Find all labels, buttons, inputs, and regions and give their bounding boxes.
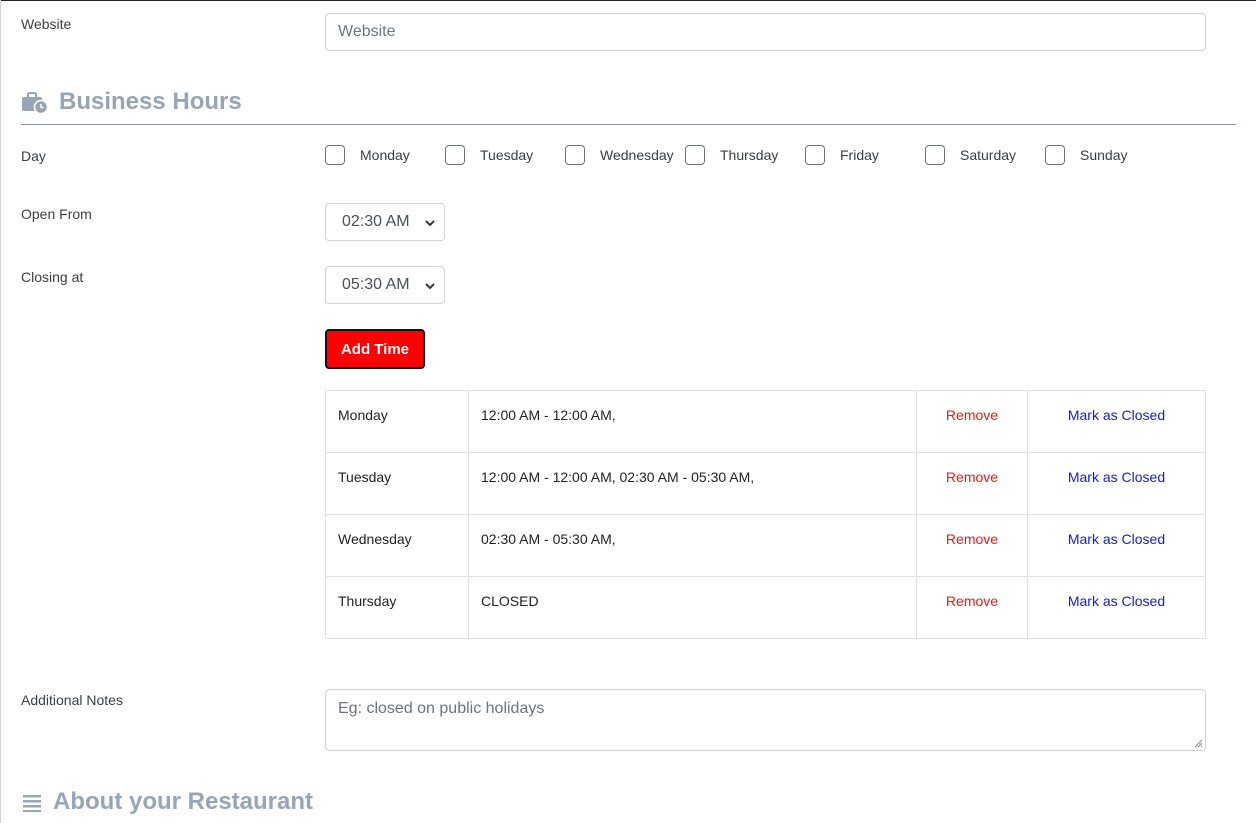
business-hours-heading: Business Hours [21,88,242,116]
row-times: 12:00 AM - 12:00 AM, [468,390,917,453]
remove-link[interactable]: Remove [916,452,1028,515]
row-times: CLOSED [468,576,917,639]
day-option-label: Monday [360,147,410,163]
open-from-select[interactable]: 02:30 AM [325,203,445,241]
notes-placeholder: Eg: closed on public holidays [338,700,545,717]
mark-as-closed-link[interactable]: Mark as Closed [1027,452,1206,515]
checkbox-wednesday[interactable] [565,145,585,165]
additional-notes-label: Additional Notes [21,692,123,708]
closing-at-label: Closing at [21,269,84,285]
day-option-label: Tuesday [480,147,534,163]
day-option-label: Wednesday [600,147,674,163]
section-divider [21,124,1236,125]
table-row: Thursday CLOSED Remove Mark as Closed [325,576,1206,639]
hours-table: Monday 12:00 AM - 12:00 AM, Remove Mark … [325,390,1206,639]
mark-as-closed-link[interactable]: Mark as Closed [1027,576,1206,639]
resize-grip-icon[interactable] [1193,738,1203,748]
remove-link[interactable]: Remove [916,514,1028,577]
website-input[interactable]: Website [325,13,1206,51]
checkbox-sunday[interactable] [1045,145,1065,165]
day-option-tuesday[interactable]: Tuesday [445,145,533,165]
top-border [0,0,1256,1]
day-option-saturday[interactable]: Saturday [925,145,1016,165]
business-hours-title: Business Hours [59,88,242,115]
day-option-friday[interactable]: Friday [805,145,879,165]
mark-as-closed-link[interactable]: Mark as Closed [1027,390,1206,453]
day-option-label: Saturday [960,147,1017,163]
day-option-wednesday[interactable]: Wednesday [565,145,674,165]
row-day: Tuesday [325,452,469,515]
day-option-sunday[interactable]: Sunday [1045,145,1127,165]
remove-link[interactable]: Remove [916,390,1028,453]
row-times: 02:30 AM - 05:30 AM, [468,514,917,577]
table-row: Tuesday 12:00 AM - 12:00 AM, 02:30 AM - … [325,452,1206,515]
about-restaurant-heading: About your Restaurant [21,788,313,816]
closing-at-value: 05:30 AM [342,276,410,293]
chevron-down-icon [425,283,435,290]
website-placeholder: Website [338,23,396,40]
day-option-thursday[interactable]: Thursday [685,145,778,165]
mark-as-closed-link[interactable]: Mark as Closed [1027,514,1206,577]
additional-notes-textarea[interactable]: Eg: closed on public holidays [325,689,1206,751]
checkbox-tuesday[interactable] [445,145,465,165]
add-time-button[interactable]: Add Time [325,329,425,369]
checkbox-friday[interactable] [805,145,825,165]
briefcase-clock-icon [22,92,49,114]
left-border [0,0,1,823]
day-label: Day [21,148,46,164]
website-label: Website [21,16,72,32]
checkbox-monday[interactable] [325,145,345,165]
row-day: Wednesday [325,514,469,577]
row-day: Thursday [325,576,469,639]
day-option-label: Thursday [720,147,779,163]
table-row: Wednesday 02:30 AM - 05:30 AM, Remove Ma… [325,514,1206,577]
remove-link[interactable]: Remove [916,576,1028,639]
open-from-label: Open From [21,206,92,222]
day-checkbox-group: Monday Tuesday Wednesday Thursday Friday… [325,145,1225,167]
list-icon [23,795,41,812]
day-option-monday[interactable]: Monday [325,145,410,165]
row-times: 12:00 AM - 12:00 AM, 02:30 AM - 05:30 AM… [468,452,917,515]
day-option-label: Sunday [1080,147,1128,163]
open-from-value: 02:30 AM [342,213,410,230]
chevron-down-icon [425,220,435,227]
checkbox-thursday[interactable] [685,145,705,165]
table-row: Monday 12:00 AM - 12:00 AM, Remove Mark … [325,390,1206,453]
about-restaurant-title: About your Restaurant [53,788,314,815]
row-day: Monday [325,390,469,453]
day-option-label: Friday [840,147,879,163]
closing-at-select[interactable]: 05:30 AM [325,266,445,304]
checkbox-saturday[interactable] [925,145,945,165]
